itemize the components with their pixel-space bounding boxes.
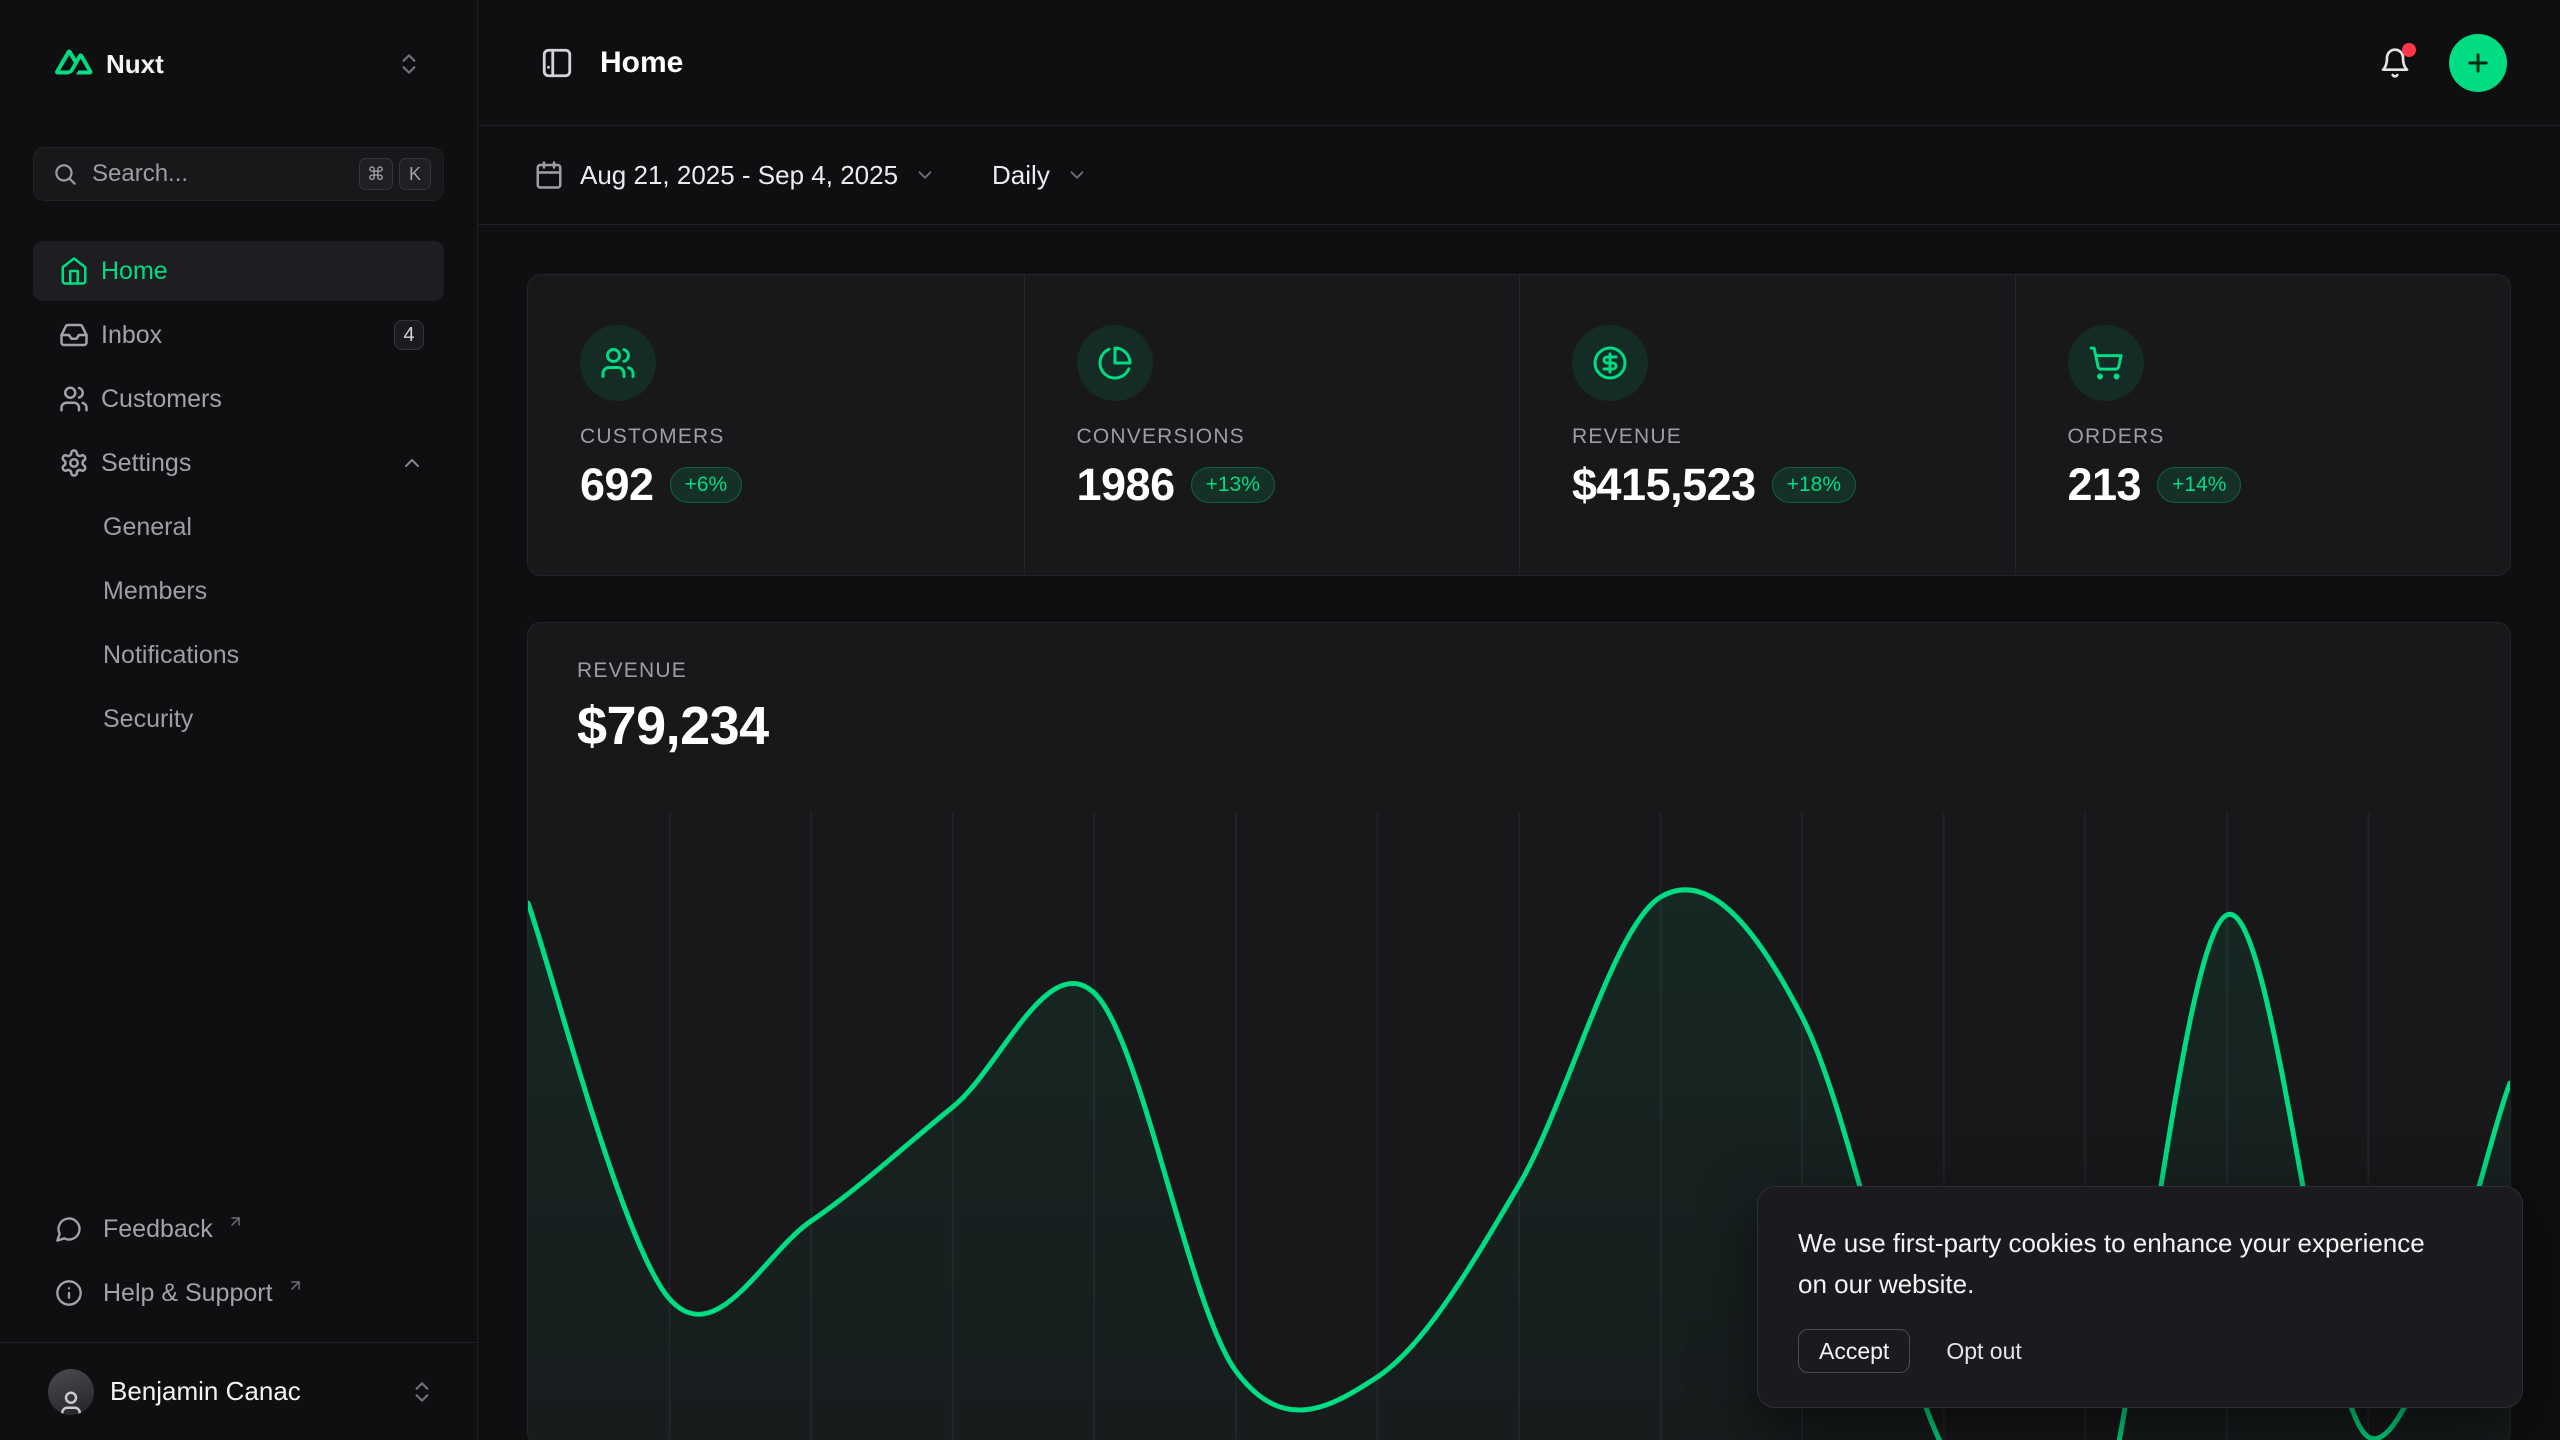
stat-icon-circle	[1077, 325, 1153, 401]
stat-value: $415,523	[1572, 459, 1756, 511]
sidebar-item-label: Settings	[101, 449, 388, 478]
date-range-value: Aug 21, 2025 - Sep 4, 2025	[580, 160, 898, 191]
external-link-icon	[287, 1277, 304, 1294]
revenue-chart-label: REVENUE	[577, 659, 2461, 683]
stat-delta-badge: +18%	[1772, 467, 1856, 503]
stat-label: CONVERSIONS	[1077, 425, 1490, 449]
sidebar-footer-links: Feedback Help & Support	[0, 1201, 477, 1342]
stat-label: REVENUE	[1572, 425, 1985, 449]
sidebar-nav: Home Inbox 4 Customers Settings	[33, 241, 444, 749]
stat-conversions: CONVERSIONS 1986 +13%	[1024, 275, 1520, 575]
date-range-picker[interactable]: Aug 21, 2025 - Sep 4, 2025	[534, 160, 936, 191]
inbox-count-badge: 4	[394, 320, 424, 350]
settings-subnav: General Members Notifications Security	[33, 497, 444, 749]
notifications-button[interactable]	[2375, 43, 2415, 83]
sidebar-item-general[interactable]: General	[33, 497, 444, 557]
sidebar-item-label: Inbox	[101, 321, 382, 350]
feedback-label: Feedback	[103, 1215, 213, 1244]
stat-label: ORDERS	[2068, 425, 2481, 449]
search-input[interactable]: Search... ⌘ K	[33, 147, 444, 201]
pie-chart-icon	[1097, 345, 1133, 381]
granularity-value: Daily	[992, 160, 1050, 191]
avatar	[48, 1369, 94, 1415]
stat-delta-badge: +13%	[1191, 467, 1275, 503]
help-support-link[interactable]: Help & Support	[33, 1265, 444, 1321]
stat-icon-circle	[1572, 325, 1648, 401]
message-bubble-icon	[55, 1215, 83, 1243]
sidebar-item-inbox[interactable]: Inbox 4	[33, 305, 444, 365]
chevron-up-down-icon	[396, 51, 422, 77]
granularity-select[interactable]: Daily	[992, 160, 1088, 191]
stat-value: 213	[2068, 459, 2142, 511]
add-button[interactable]	[2449, 34, 2507, 92]
chevron-down-icon	[914, 164, 936, 186]
feedback-link[interactable]: Feedback	[33, 1201, 444, 1257]
stat-revenue: REVENUE $415,523 +18%	[1519, 275, 2015, 575]
sidebar-item-label: Home	[101, 257, 424, 286]
team-switcher[interactable]: Nuxt	[33, 36, 444, 92]
nuxt-logo-icon	[55, 49, 93, 80]
chevron-down-icon	[1066, 164, 1088, 186]
filters-toolbar: Aug 21, 2025 - Sep 4, 2025 Daily	[478, 126, 2560, 225]
external-link-icon	[227, 1213, 244, 1230]
cookie-banner: We use first-party cookies to enhance yo…	[1757, 1186, 2523, 1408]
stat-icon-circle	[580, 325, 656, 401]
stat-label: CUSTOMERS	[580, 425, 994, 449]
sidebar-item-security[interactable]: Security	[33, 689, 444, 749]
cookie-message: We use first-party cookies to enhance yo…	[1798, 1223, 2438, 1305]
search-icon	[52, 161, 78, 187]
page-title: Home	[600, 46, 683, 80]
topbar: Home	[478, 0, 2560, 126]
kbd-cmd: ⌘	[359, 158, 393, 190]
kbd-k: K	[399, 158, 431, 190]
sidebar-item-label: Security	[103, 705, 424, 734]
sidebar-item-label: Customers	[101, 385, 424, 414]
sidebar-item-home[interactable]: Home	[33, 241, 444, 301]
team-name: Nuxt	[106, 49, 383, 80]
sidebar-item-notifications[interactable]: Notifications	[33, 625, 444, 685]
stat-delta-badge: +6%	[670, 467, 743, 503]
stat-orders: ORDERS 213 +14%	[2015, 275, 2511, 575]
stat-customers: CUSTOMERS 692 +6%	[528, 275, 1024, 575]
plus-icon	[2464, 49, 2492, 77]
cookie-accept-button[interactable]: Accept	[1798, 1329, 1910, 1373]
notification-dot	[2402, 43, 2416, 57]
home-icon	[59, 256, 89, 286]
dollar-circle-icon	[1592, 345, 1628, 381]
cart-icon	[2088, 345, 2124, 381]
sidebar-item-label: Notifications	[103, 641, 424, 670]
inbox-icon	[59, 320, 89, 350]
sidebar-item-members[interactable]: Members	[33, 561, 444, 621]
stat-delta-badge: +14%	[2157, 467, 2241, 503]
search-placeholder: Search...	[92, 160, 345, 188]
chevron-up-icon	[400, 451, 424, 475]
stat-value: 692	[580, 459, 654, 511]
users-icon	[59, 384, 89, 414]
sidebar-toggle-button[interactable]	[534, 40, 580, 86]
sidebar-item-label: Members	[103, 577, 424, 606]
user-menu[interactable]: Benjamin Canac	[0, 1342, 477, 1440]
stats-card: CUSTOMERS 692 +6% CONVERSIONS 1986 +13%	[527, 274, 2511, 576]
info-circle-icon	[55, 1279, 83, 1307]
app-root: Nuxt Search... ⌘ K Home	[0, 0, 2560, 1440]
sidebar-item-customers[interactable]: Customers	[33, 369, 444, 429]
users-icon	[600, 345, 636, 381]
sidebar-item-label: General	[103, 513, 424, 542]
sidebar-item-settings[interactable]: Settings	[33, 433, 444, 493]
gear-icon	[59, 448, 89, 478]
cookie-optout-button[interactable]: Opt out	[1946, 1338, 2021, 1365]
revenue-chart-value: $79,234	[577, 695, 2461, 757]
stat-value: 1986	[1077, 459, 1175, 511]
chevron-up-down-icon	[409, 1379, 435, 1405]
user-name: Benjamin Canac	[110, 1376, 393, 1407]
sidebar: Nuxt Search... ⌘ K Home	[0, 0, 478, 1440]
stat-icon-circle	[2068, 325, 2144, 401]
panel-left-icon	[540, 46, 574, 80]
help-support-label: Help & Support	[103, 1279, 273, 1308]
calendar-icon	[534, 160, 564, 190]
search-shortcut: ⌘ K	[359, 158, 431, 190]
